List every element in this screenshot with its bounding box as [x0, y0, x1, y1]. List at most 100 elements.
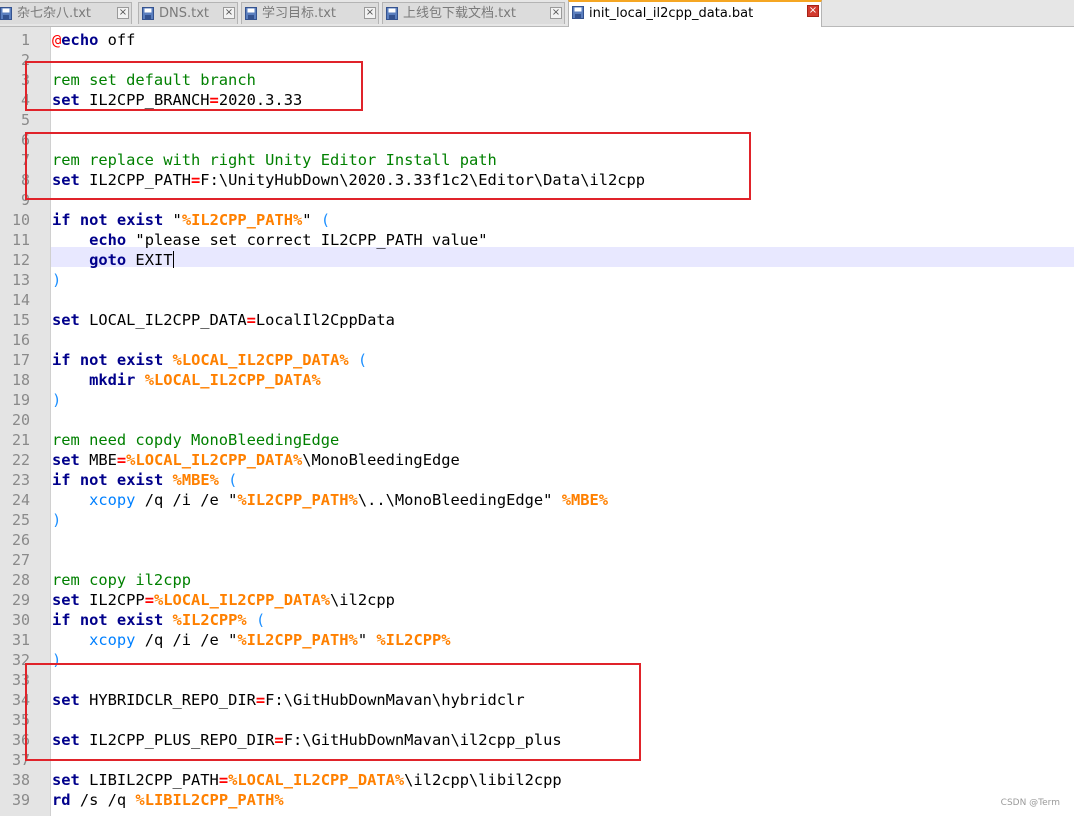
code-token: )	[52, 511, 62, 529]
line-number: 3	[20, 71, 30, 89]
code-token: \..\MonoBleedingEdge"	[357, 491, 562, 509]
tab-1[interactable]: DNS.txt ×	[138, 2, 238, 24]
save-file-icon	[572, 6, 584, 19]
line-number: 23	[11, 471, 30, 489]
code-token: /q /i /e "	[135, 491, 238, 509]
line-number: 29	[11, 591, 30, 609]
save-file-icon	[142, 7, 154, 20]
tab-label: init_local_il2cpp_data.bat	[589, 6, 754, 21]
code-token: set	[52, 311, 80, 329]
code-token: MBE	[79, 451, 117, 469]
code-token: =	[246, 311, 256, 329]
code-token: set	[52, 171, 80, 189]
code-token: rem need copdy MonoBleedingEdge	[52, 431, 340, 449]
code-line: if not exist %MBE% (	[52, 470, 237, 490]
code-line: )	[52, 270, 61, 290]
code-line: rem replace with right Unity Editor Inst…	[52, 150, 497, 170]
tab-3[interactable]: 上线包下载文档.txt ×	[382, 2, 565, 24]
line-number: 30	[11, 611, 30, 629]
line-number: 16	[11, 331, 30, 349]
code-line: set LOCAL_IL2CPP_DATA=LocalIl2CppData	[52, 310, 395, 330]
line-number: 9	[20, 191, 30, 209]
code-token: %IL2CPP_PATH%	[237, 631, 358, 649]
code-token: )	[52, 391, 62, 409]
close-icon[interactable]: ×	[550, 7, 562, 19]
code-token: set	[52, 691, 80, 709]
code-token: rem copy il2cpp	[52, 571, 191, 589]
line-number: 31	[11, 631, 30, 649]
line-number: 36	[11, 731, 30, 749]
code-token: IL2CPP	[79, 591, 145, 609]
line-number: 19	[11, 391, 30, 409]
code-token: %LOCAL_IL2CPP_DATA%	[153, 591, 331, 609]
close-icon[interactable]: ×	[807, 5, 819, 17]
line-number: 18	[11, 371, 30, 389]
code-token: =	[209, 91, 219, 109]
code-token: not	[79, 351, 108, 369]
code-line: set HYBRIDCLR_REPO_DIR=F:\GitHubDownMava…	[52, 690, 525, 710]
code-token: xcopy	[89, 631, 136, 649]
tab-4-active[interactable]: init_local_il2cpp_data.bat ×	[568, 0, 822, 27]
code-token: %IL2CPP%	[172, 611, 247, 629]
code-token: (	[357, 351, 368, 369]
code-line: )	[52, 390, 61, 410]
line-number-gutter: 1 2 3 4 5 6 7 8 9 10 11 12 13 14 15 16 17 18 19 20 21 22 23 24 2…	[0, 27, 51, 816]
line-number: 32	[11, 651, 30, 669]
code-token: "	[163, 211, 182, 229]
code-token: exist	[116, 211, 164, 229]
code-token: LocalIl2CppData	[255, 311, 395, 329]
code-token: %IL2CPP_PATH%	[237, 491, 358, 509]
close-icon[interactable]: ×	[223, 7, 235, 19]
code-token: LIBIL2CPP_PATH	[79, 771, 219, 789]
line-number: 27	[11, 551, 30, 569]
code-token: )	[52, 271, 62, 289]
line-number: 8	[20, 171, 30, 189]
code-token: F:\GitHubDownMavan\hybridclr	[265, 691, 525, 709]
code-line: set IL2CPP=%LOCAL_IL2CPP_DATA%\il2cpp	[52, 590, 395, 610]
code-token: IL2CPP_PLUS_REPO_DIR	[79, 731, 275, 749]
code-token: )	[52, 651, 62, 669]
tab-0[interactable]: 杂七杂八.txt ×	[0, 2, 132, 24]
code-token: rem set default branch	[52, 71, 256, 89]
line-number: 7	[20, 151, 30, 169]
close-icon[interactable]: ×	[364, 7, 376, 19]
code-token: HYBRIDCLR_REPO_DIR	[79, 691, 256, 709]
code-token: (	[228, 471, 238, 489]
code-editor[interactable]: @echo off rem set default branch set IL2CP…	[51, 27, 1074, 816]
code-token: "please set correct IL2CPP_PATH value"	[126, 231, 488, 249]
code-token: %LOCAL_IL2CPP_DATA%	[144, 371, 321, 389]
line-number: 34	[11, 691, 30, 709]
code-token: xcopy	[89, 491, 136, 509]
code-token: (	[320, 211, 331, 229]
save-file-icon	[245, 7, 257, 20]
tab-2[interactable]: 学习目标.txt ×	[241, 2, 379, 24]
line-number: 12	[11, 251, 30, 269]
code-token: =	[255, 691, 266, 709]
code-token: %LIBIL2CPP_PATH%	[135, 791, 284, 809]
code-token: if	[52, 611, 71, 629]
code-token: \il2cpp\libil2cpp	[404, 771, 562, 789]
line-number: 24	[11, 491, 30, 509]
code-token: set	[52, 91, 80, 109]
code-token: "	[302, 211, 321, 229]
line-number: 10	[11, 211, 30, 229]
code-token: @	[52, 31, 62, 49]
code-token: "	[357, 631, 377, 649]
code-token: set	[52, 771, 80, 789]
code-token: %LOCAL_IL2CPP_DATA%	[172, 351, 349, 369]
code-token: echo	[89, 231, 127, 249]
code-line: )	[52, 650, 61, 670]
code-token: rem replace with right Unity Editor Inst…	[52, 151, 497, 169]
close-icon[interactable]: ×	[117, 7, 129, 19]
code-line: xcopy /q /i /e "%IL2CPP_PATH%\..\MonoBle…	[52, 490, 608, 510]
code-line: if not exist %IL2CPP% (	[52, 610, 265, 630]
